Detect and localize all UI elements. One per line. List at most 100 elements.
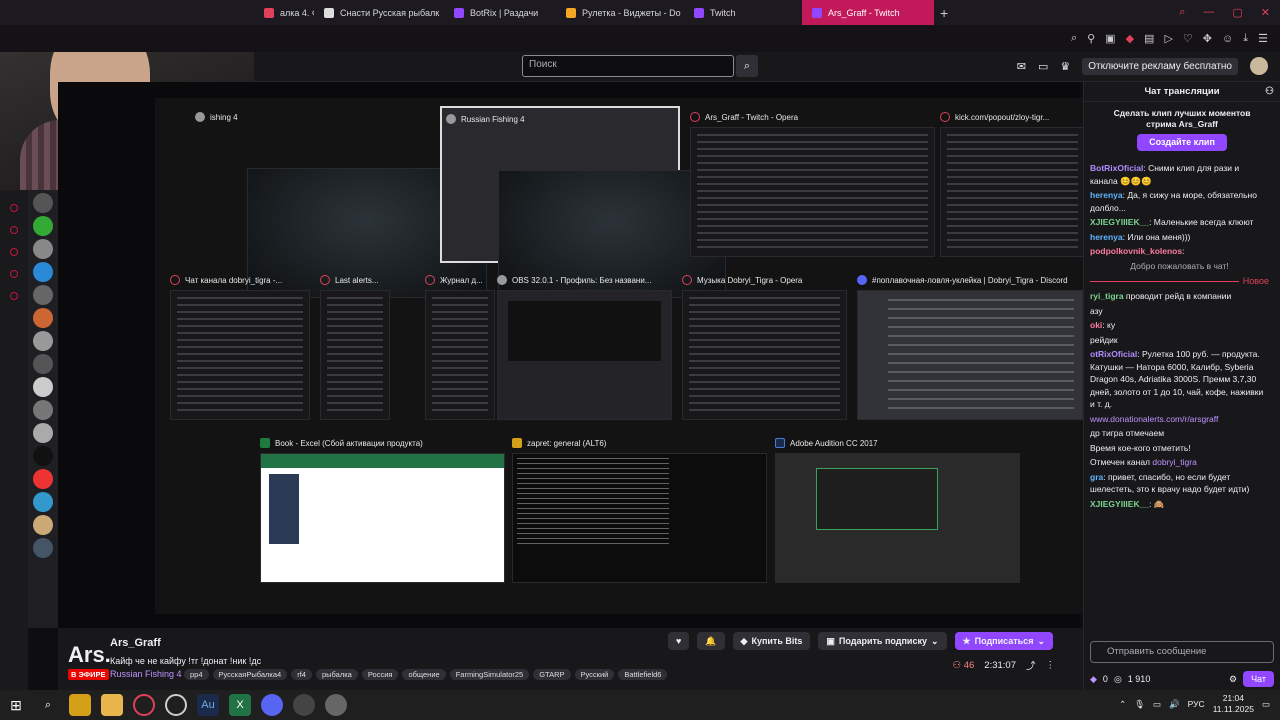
zoom-icon[interactable]: ⌕: [1071, 32, 1077, 45]
clock[interactable]: 21:04 11.11.2025: [1213, 693, 1254, 715]
tab-2[interactable]: Снасти Русская рыбалк: [314, 0, 444, 25]
followed-channel-avatar[interactable]: [33, 239, 53, 259]
search-tabs-icon[interactable]: ⌕: [1179, 6, 1185, 19]
tab-4[interactable]: Рулетка - Виджеты - Do: [556, 0, 684, 25]
chat-username[interactable]: herenya: [1090, 232, 1123, 242]
mentioned-channel[interactable]: dobryi_tigra: [1152, 457, 1196, 467]
sidebar-icon[interactable]: [10, 248, 18, 256]
tag-pill[interactable]: Россия: [361, 669, 399, 680]
tag-pill[interactable]: рр4: [184, 669, 209, 680]
explorer-icon[interactable]: [101, 694, 123, 716]
close-icon[interactable]: ✕: [1261, 6, 1270, 19]
heart-icon[interactable]: ♡: [1183, 32, 1193, 45]
chat-username[interactable]: gra: [1090, 472, 1103, 482]
share-icon[interactable]: ⤴: [1026, 658, 1036, 672]
pocket-icon[interactable]: ◆: [1126, 32, 1134, 45]
sidebar-icon[interactable]: [10, 292, 18, 300]
taskbar-app-icon[interactable]: [69, 694, 91, 716]
snapshot-icon[interactable]: ▣: [1105, 32, 1115, 45]
tag-pill[interactable]: рыбалка: [315, 669, 358, 680]
buy-bits-button[interactable]: ◆ Купить Bits: [732, 632, 811, 650]
settings-icon[interactable]: ⚙: [1229, 674, 1237, 685]
volume-icon[interactable]: 🔊: [1169, 699, 1180, 710]
followed-channel-avatar[interactable]: [33, 492, 53, 512]
maximize-icon[interactable]: ▢: [1232, 6, 1242, 19]
tab-1[interactable]: алка 4. Фар: [254, 0, 314, 25]
followed-channel-avatar[interactable]: [33, 423, 53, 443]
tag-pill[interactable]: FarmingSimulator25: [449, 669, 530, 680]
gift-sub-button[interactable]: ▣ Подарить подписку ⌄: [818, 632, 947, 650]
followed-channel-avatar[interactable]: [33, 193, 53, 213]
followed-channel-avatar[interactable]: [33, 331, 53, 351]
obs-icon[interactable]: [165, 694, 187, 716]
chat-username[interactable]: ryi_tigra: [1090, 291, 1124, 301]
sidebar-icon[interactable]: [10, 226, 18, 234]
switcher-window[interactable]: Журнал д...: [425, 273, 495, 420]
chevron-up-icon[interactable]: ⌃: [1119, 699, 1126, 710]
users-icon[interactable]: ⚇: [1265, 82, 1274, 102]
channel-points-icon[interactable]: ◎: [1114, 674, 1122, 685]
tag-pill[interactable]: Русский: [574, 669, 615, 680]
avatar[interactable]: [1250, 57, 1268, 75]
game-link[interactable]: Russian Fishing 4: [110, 669, 182, 679]
search-input[interactable]: Поиск: [522, 55, 734, 77]
create-clip-button[interactable]: Создайте клип: [1137, 134, 1227, 151]
followed-channel-avatar[interactable]: [33, 308, 53, 328]
switcher-window[interactable]: Adobe Audition CC 2017: [775, 436, 1020, 583]
switcher-window[interactable]: Russian Fishing 4: [440, 106, 726, 298]
excel-icon[interactable]: X: [229, 694, 251, 716]
download-icon[interactable]: ⤓: [1243, 32, 1248, 45]
follow-button[interactable]: ♥: [667, 632, 690, 650]
audition-icon[interactable]: Au: [197, 694, 219, 716]
prime-icon[interactable]: ♛: [1060, 60, 1070, 73]
new-tab-button[interactable]: +: [940, 5, 948, 21]
chat-username[interactable]: XJIEGYIIIEK__: [1090, 499, 1149, 509]
wallet-icon[interactable]: ▤: [1144, 32, 1154, 45]
discord-icon[interactable]: [261, 694, 283, 716]
game-app-icon[interactable]: [293, 694, 315, 716]
chat-input[interactable]: Отправить сообщение: [1090, 641, 1274, 663]
switcher-window[interactable]: Ars_Graff - Twitch - Opera: [690, 110, 935, 257]
followed-channel-avatar[interactable]: [33, 538, 53, 558]
tag-pill[interactable]: Battlefield6: [618, 669, 668, 680]
minimize-icon[interactable]: —: [1203, 6, 1214, 19]
switcher-window[interactable]: #поплавочная-ловля-уклейка | Dobryi_Tigr…: [857, 273, 1083, 420]
opera-icon[interactable]: [133, 694, 155, 716]
switcher-window[interactable]: Музыка Dobryi_Tigra - Opera: [682, 273, 847, 420]
windows-start-icon[interactable]: ⊞: [5, 694, 27, 716]
tag-pill[interactable]: rf4: [291, 669, 312, 680]
network-icon[interactable]: ▭: [1153, 699, 1161, 710]
switcher-window[interactable]: kick.com/popout/zloy-tigr...: [940, 110, 1085, 257]
followed-channel-avatar[interactable]: [33, 469, 53, 489]
chat-username[interactable]: BotRixOficial: [1090, 163, 1143, 173]
channel-logo[interactable]: Ars.: [68, 642, 111, 668]
channel-name[interactable]: Ars_Graff: [110, 637, 161, 649]
tab-5[interactable]: Twitch: [684, 0, 802, 25]
followed-channel-avatar[interactable]: [33, 216, 53, 236]
donation-link[interactable]: www.donationalerts.com/r/arsgraff: [1090, 414, 1218, 424]
whispers-icon[interactable]: ▭: [1038, 60, 1048, 73]
remove-ads-button[interactable]: Отключите рекламу бесплатно: [1082, 57, 1238, 75]
sidebar-icon[interactable]: [10, 204, 18, 212]
game-app-icon[interactable]: [325, 694, 347, 716]
switcher-window[interactable]: Book - Excel (Сбой активации продукта): [260, 436, 505, 583]
sidebar-icon[interactable]: [10, 270, 18, 278]
tab-3[interactable]: BotRix | Раздачи: [444, 0, 556, 25]
more-icon[interactable]: ⋮: [1046, 660, 1056, 671]
followed-channel-avatar[interactable]: [33, 285, 53, 305]
chat-username[interactable]: podpolkovnik_kolenos: [1090, 246, 1182, 256]
bits-icon[interactable]: ◆: [1090, 674, 1097, 685]
tab-6[interactable]: Ars_Graff - Twitch: [802, 0, 934, 25]
pin-icon[interactable]: ⚲: [1087, 32, 1095, 45]
switcher-window[interactable]: ishing 4: [195, 110, 487, 298]
tag-pill[interactable]: общение: [402, 669, 446, 680]
switcher-window[interactable]: OBS 32.0.1 - Профиль: Без названи...: [497, 273, 672, 420]
switcher-window[interactable]: zapret: general (ALT6): [512, 436, 767, 583]
notifications-icon[interactable]: ▭: [1262, 699, 1270, 710]
tag-pill[interactable]: GTARP: [533, 669, 571, 680]
extensions-icon[interactable]: ✥: [1203, 32, 1212, 45]
switcher-window[interactable]: Чат канала dobryi_tigra -...: [170, 273, 310, 420]
subscribe-button[interactable]: ★ Подписаться ⌄: [954, 632, 1053, 650]
tag-pill[interactable]: РусскаяРыбалка4: [212, 669, 288, 680]
chat-username[interactable]: XJIEGYIIIEK__: [1090, 217, 1149, 227]
